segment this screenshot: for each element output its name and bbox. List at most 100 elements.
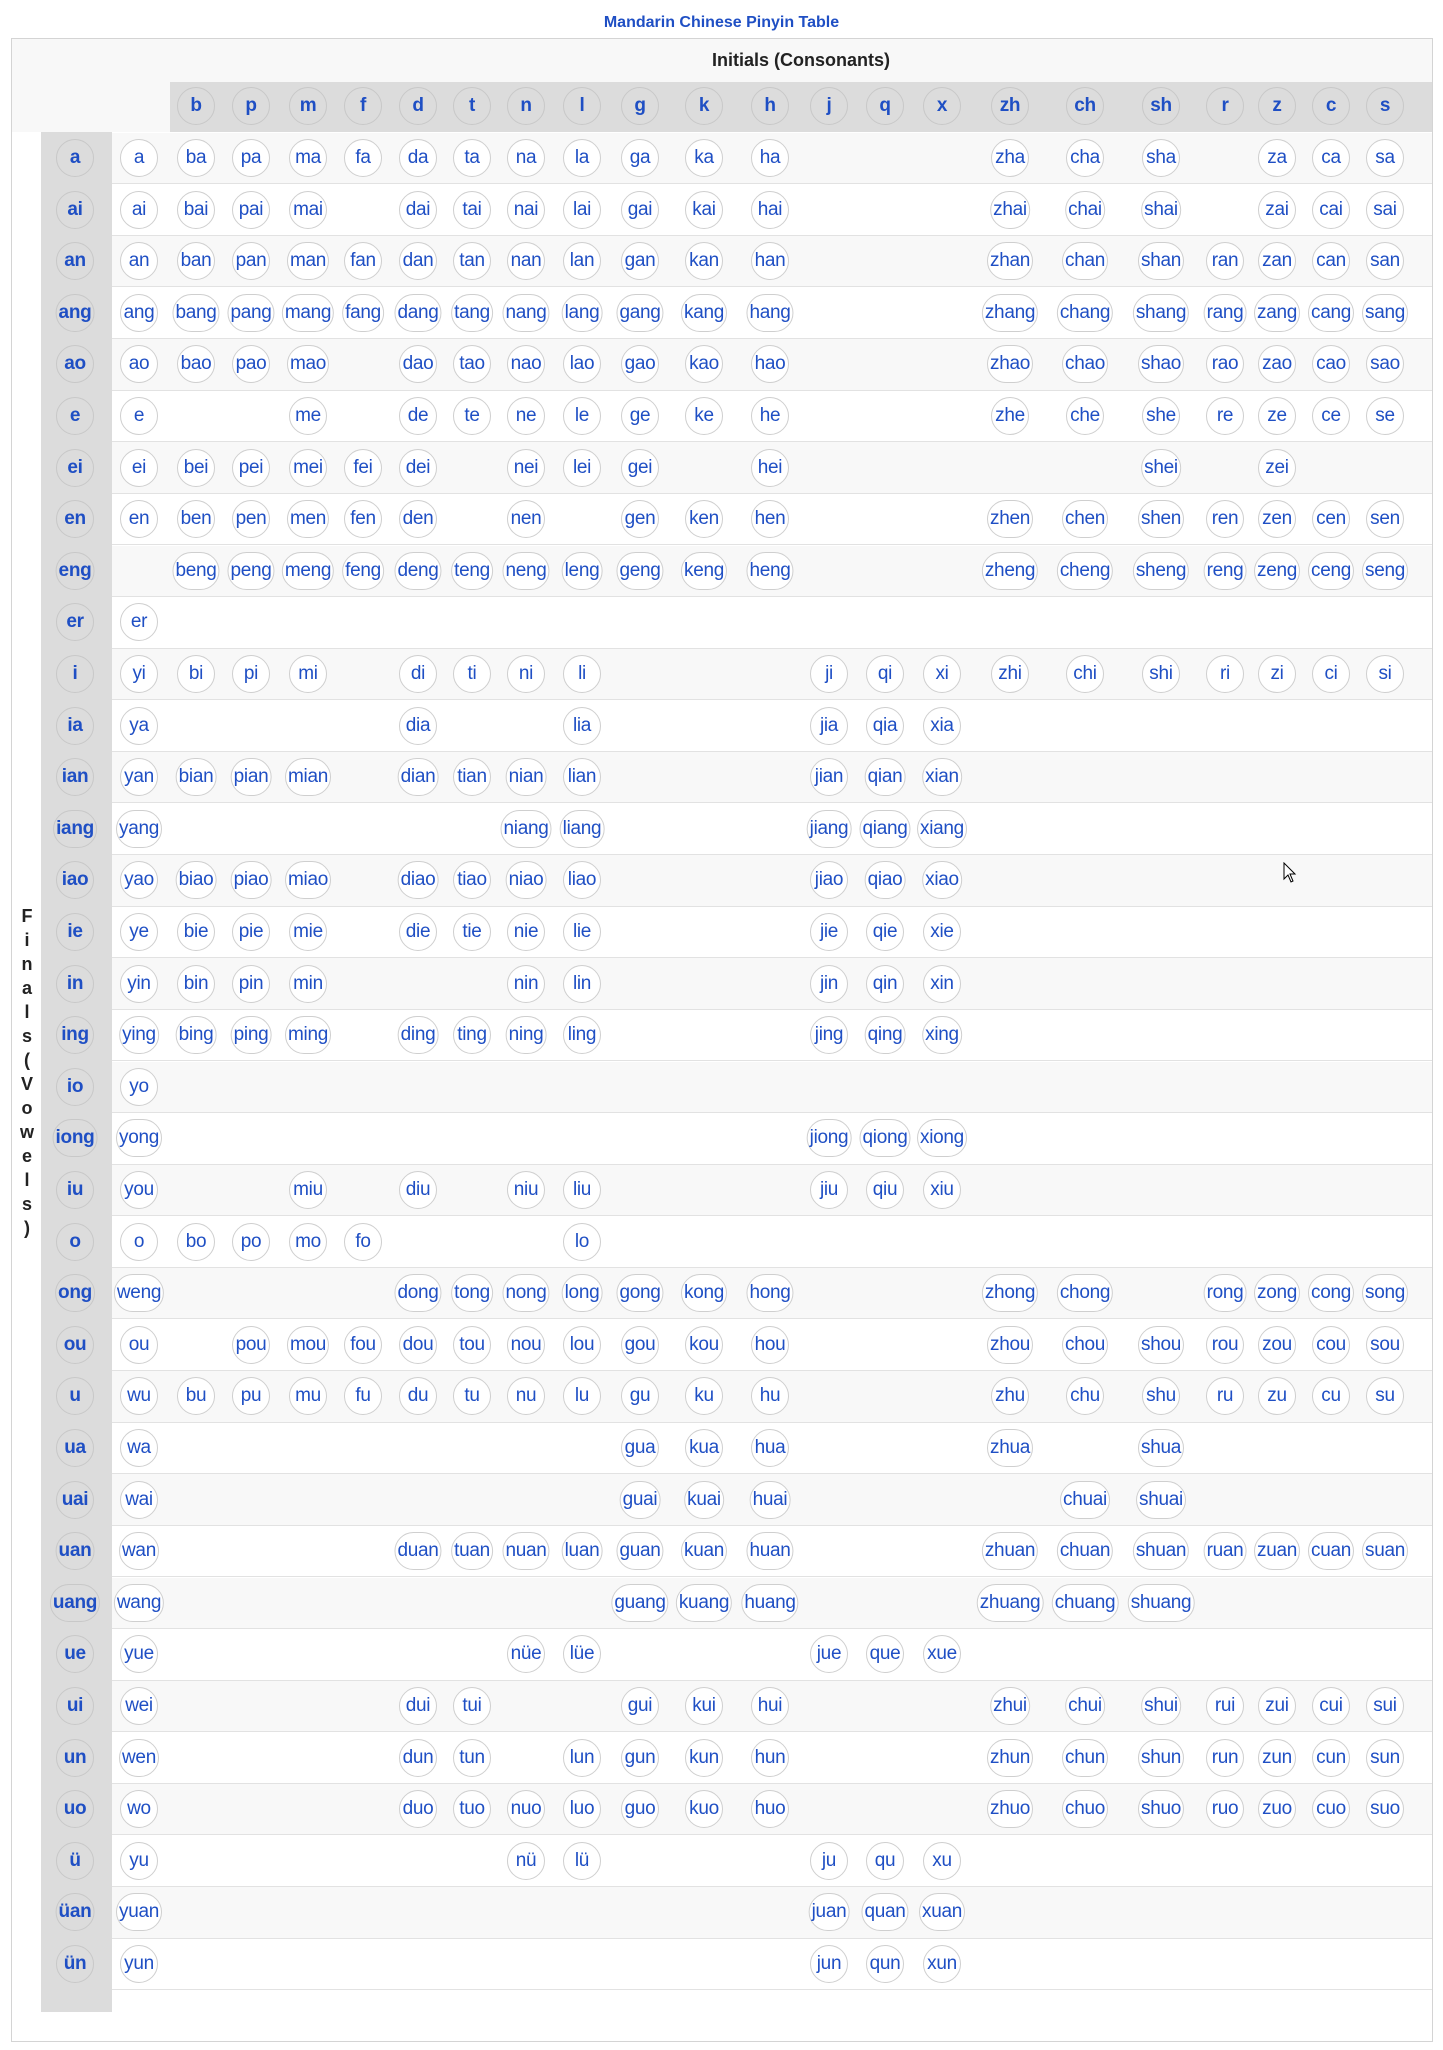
syllable-pou[interactable]: pou	[232, 1325, 270, 1364]
syllable-yong[interactable]: yong	[115, 1119, 163, 1158]
syllable-lie[interactable]: lie	[563, 913, 601, 951]
initial-header-b[interactable]: b	[177, 87, 215, 125]
syllable-tuan[interactable]: tuan	[451, 1532, 493, 1571]
syllable-wo[interactable]: wo	[120, 1790, 158, 1829]
syllable-yao[interactable]: yao	[120, 861, 158, 900]
syllable-hu[interactable]: hu	[751, 1377, 789, 1416]
syllable-dan[interactable]: dan	[399, 242, 437, 281]
syllable-weng[interactable]: weng	[113, 1274, 165, 1313]
final-header-io[interactable]: io	[56, 1067, 94, 1106]
syllable-cen[interactable]: cen	[1312, 500, 1350, 539]
syllable-bian[interactable]: bian	[175, 758, 217, 797]
syllable-cui[interactable]: cui	[1312, 1687, 1350, 1725]
syllable-pa[interactable]: pa	[232, 139, 270, 177]
syllable-pin[interactable]: pin	[232, 964, 270, 1003]
syllable-qiu[interactable]: qiu	[866, 1171, 904, 1209]
syllable-cha[interactable]: cha	[1066, 139, 1104, 177]
syllable-ran[interactable]: ran	[1206, 242, 1244, 281]
syllable-shai[interactable]: shai	[1141, 190, 1181, 229]
initial-header-sh[interactable]: sh	[1142, 87, 1180, 125]
syllable-zou[interactable]: zou	[1258, 1325, 1296, 1364]
syllable-duan[interactable]: duan	[394, 1532, 442, 1571]
syllable-run[interactable]: run	[1206, 1738, 1244, 1777]
syllable-fen[interactable]: fen	[344, 500, 382, 539]
syllable-xian[interactable]: xian	[922, 758, 962, 797]
syllable-ou[interactable]: ou	[120, 1325, 158, 1364]
syllable-die[interactable]: die	[399, 913, 437, 951]
syllable-lou[interactable]: lou	[563, 1325, 601, 1364]
syllable-bin[interactable]: bin	[177, 964, 215, 1003]
syllable-neng[interactable]: neng	[502, 551, 550, 590]
syllable-huai[interactable]: huai	[749, 1480, 791, 1519]
syllable-shei[interactable]: shei	[1141, 448, 1181, 487]
syllable-chuan[interactable]: chuan	[1056, 1532, 1114, 1571]
syllable-chong[interactable]: chong	[1056, 1274, 1114, 1313]
syllable-gan[interactable]: gan	[621, 242, 659, 281]
syllable-shuan[interactable]: shuan	[1132, 1532, 1190, 1571]
syllable-shou[interactable]: shou	[1137, 1325, 1185, 1364]
final-header-en[interactable]: en	[56, 500, 94, 539]
syllable-ta[interactable]: ta	[453, 139, 491, 177]
syllable-yin[interactable]: yin	[120, 964, 158, 1003]
syllable-zhou[interactable]: zhou	[986, 1325, 1034, 1364]
syllable-shuai[interactable]: shuai	[1136, 1480, 1186, 1519]
initial-header-n[interactable]: n	[507, 87, 545, 125]
syllable-juan[interactable]: juan	[808, 1893, 850, 1932]
syllable-san[interactable]: san	[1366, 242, 1404, 281]
syllable-ben[interactable]: ben	[177, 500, 215, 539]
syllable-chen[interactable]: chen	[1061, 500, 1109, 539]
syllable-mang[interactable]: mang	[281, 293, 335, 332]
syllable-qun[interactable]: qun	[866, 1945, 904, 1983]
syllable-ting[interactable]: ting	[453, 1016, 491, 1055]
syllable-suan[interactable]: suan	[1361, 1532, 1409, 1571]
syllable-ka[interactable]: ka	[685, 139, 723, 177]
syllable-kuang[interactable]: kuang	[675, 1583, 733, 1622]
syllable-dui[interactable]: dui	[399, 1687, 437, 1725]
syllable-nen[interactable]: nen	[507, 500, 545, 539]
syllable-reng[interactable]: reng	[1203, 551, 1247, 590]
syllable-lang[interactable]: lang	[561, 293, 603, 332]
syllable-tuo[interactable]: tuo	[453, 1790, 491, 1829]
syllable-tian[interactable]: tian	[453, 758, 491, 797]
initial-header-zh[interactable]: zh	[991, 87, 1029, 125]
syllable-ti[interactable]: ti	[453, 655, 491, 693]
syllable-en[interactable]: en	[120, 500, 158, 539]
syllable-pai[interactable]: pai	[232, 190, 270, 229]
syllable-ceng[interactable]: ceng	[1307, 551, 1355, 590]
syllable-nuo[interactable]: nuo	[507, 1790, 545, 1829]
syllable-zang[interactable]: zang	[1253, 293, 1301, 332]
syllable-nuan[interactable]: nuan	[502, 1532, 550, 1571]
syllable-liao[interactable]: liao	[563, 861, 601, 900]
syllable-te[interactable]: te	[453, 397, 491, 435]
syllable-ding[interactable]: ding	[397, 1016, 439, 1055]
syllable-jiang[interactable]: jiang	[806, 809, 852, 848]
syllable-ce[interactable]: ce	[1312, 397, 1350, 435]
syllable-ken[interactable]: ken	[685, 500, 723, 539]
syllable-chai[interactable]: chai	[1065, 190, 1105, 229]
final-header-ao[interactable]: ao	[56, 345, 94, 384]
syllable-ha[interactable]: ha	[751, 139, 789, 177]
syllable-zhe[interactable]: zhe	[991, 397, 1029, 435]
syllable-bi[interactable]: bi	[177, 655, 215, 693]
syllable-ni[interactable]: ni	[507, 655, 545, 693]
syllable-ye[interactable]: ye	[120, 913, 158, 951]
syllable-chui[interactable]: chui	[1065, 1687, 1105, 1725]
syllable-che[interactable]: che	[1066, 397, 1104, 435]
syllable-pen[interactable]: pen	[232, 500, 270, 539]
syllable-huo[interactable]: huo	[751, 1790, 789, 1829]
syllable-bie[interactable]: bie	[177, 913, 215, 951]
syllable-chan[interactable]: chan	[1061, 242, 1109, 281]
syllable-huang[interactable]: huang	[741, 1583, 799, 1622]
syllable-quan[interactable]: quan	[861, 1893, 909, 1932]
syllable-han[interactable]: han	[751, 242, 789, 281]
syllable-kuo[interactable]: kuo	[685, 1790, 723, 1829]
final-header-ie[interactable]: ie	[56, 913, 94, 951]
syllable-deng[interactable]: deng	[394, 551, 442, 590]
syllable-qu[interactable]: qu	[866, 1841, 904, 1880]
syllable-fou[interactable]: fou	[344, 1325, 382, 1364]
syllable-hong[interactable]: hong	[746, 1274, 794, 1313]
syllable-shun[interactable]: shun	[1137, 1738, 1185, 1777]
syllable-pi[interactable]: pi	[232, 655, 270, 693]
syllable-jiong[interactable]: jiong	[806, 1119, 852, 1158]
syllable-liang[interactable]: liang	[559, 809, 605, 848]
